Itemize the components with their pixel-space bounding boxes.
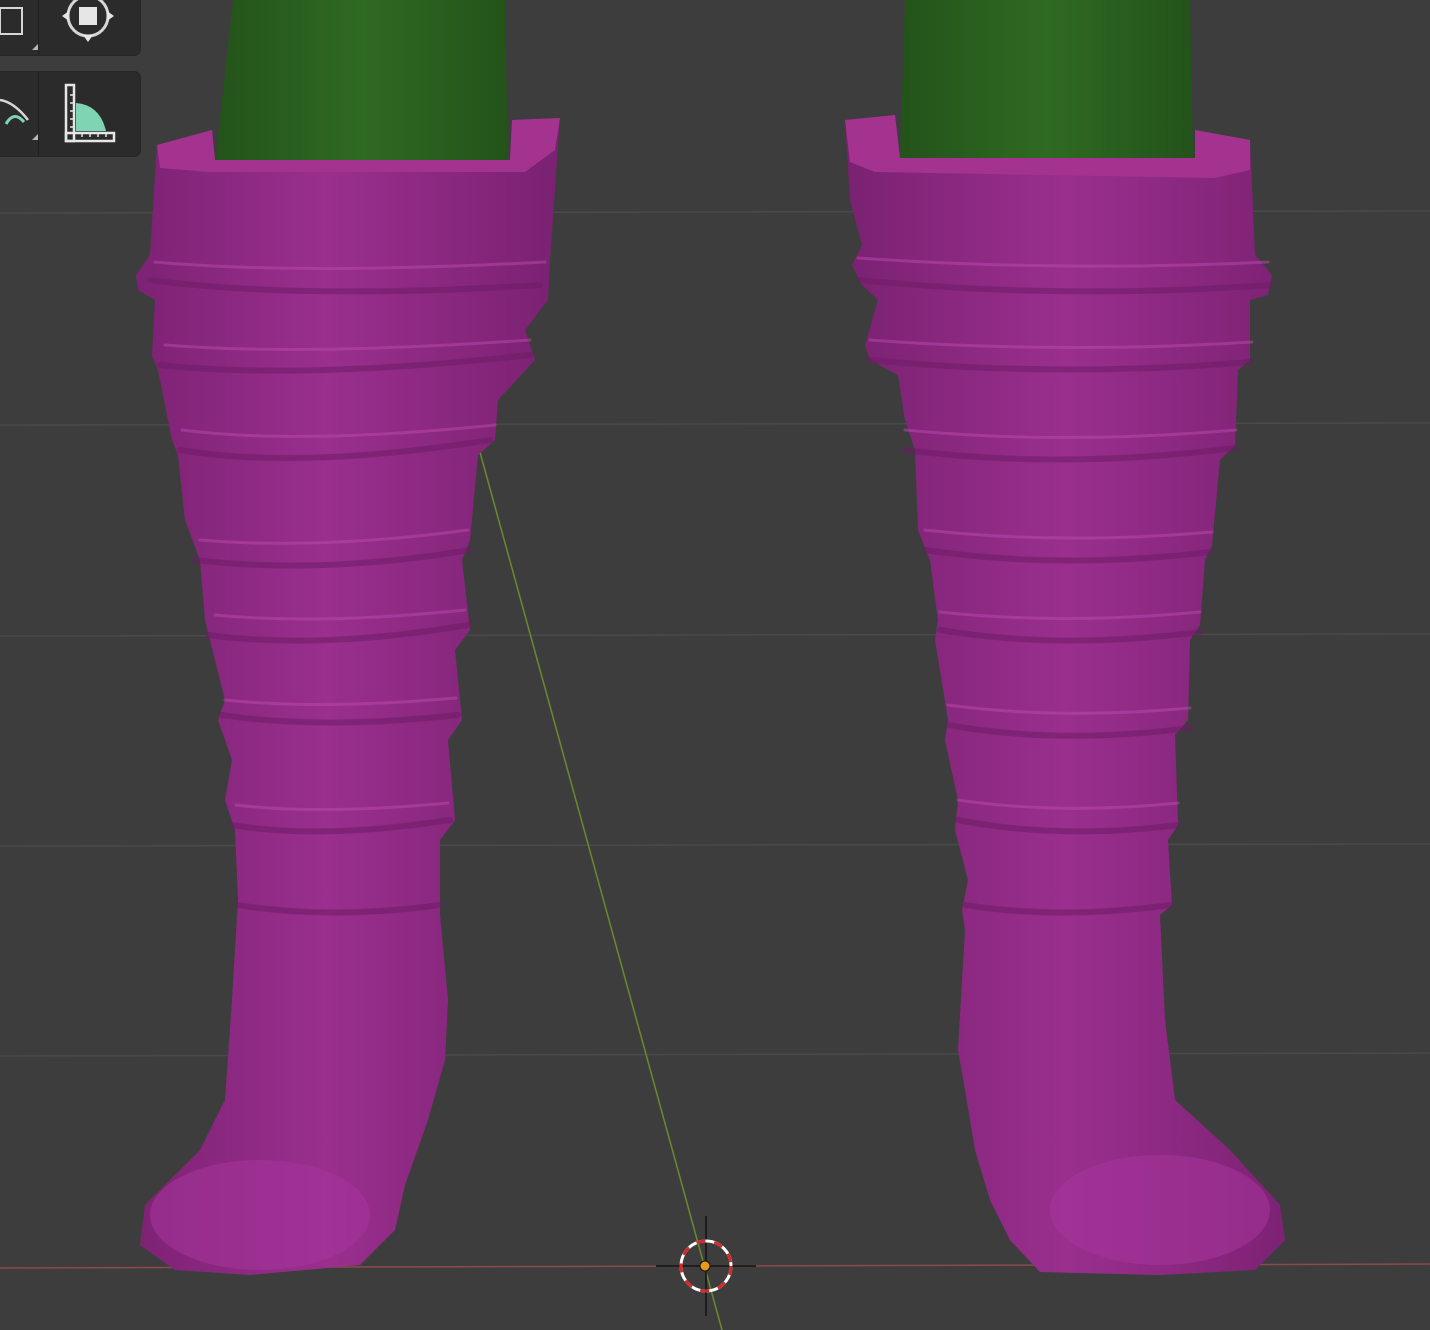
viewport-scene [0, 0, 1430, 1330]
measure-icon [62, 81, 118, 147]
origin-dot-icon [699, 1260, 711, 1272]
toolbar-divider [38, 72, 39, 156]
measure-tool-button[interactable] [58, 82, 122, 146]
y-axis-line [477, 444, 723, 1330]
3d-viewport[interactable] [0, 0, 1430, 1330]
toolbar-panel-bottom [0, 72, 140, 156]
toolbar-divider [38, 0, 39, 55]
left-leg-model[interactable] [215, 0, 508, 165]
curve-icon [0, 90, 34, 138]
toolbar-panel-top [0, 0, 140, 55]
right-leg-model[interactable] [900, 0, 1193, 160]
right-boot-model[interactable] [845, 115, 1285, 1275]
scale-cage-icon [0, 2, 32, 46]
transform-icon [60, 0, 116, 48]
transform-tool-button[interactable] [56, 0, 120, 50]
left-boot-model[interactable] [136, 118, 560, 1275]
